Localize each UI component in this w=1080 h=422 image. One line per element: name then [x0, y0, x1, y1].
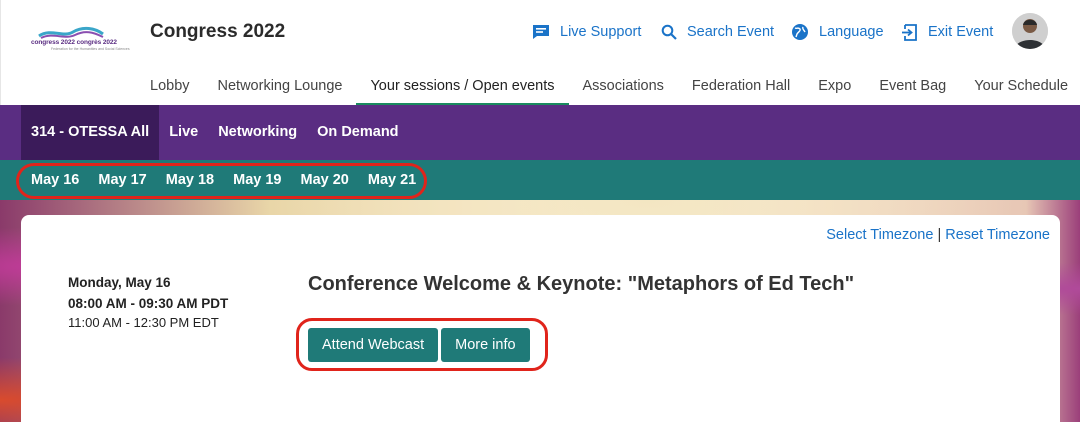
select-timezone-link[interactable]: Select Timezone: [826, 227, 933, 243]
date-bar: May 16 May 17 May 18 May 19 May 20 May 2…: [0, 160, 1080, 200]
tab-live[interactable]: Live: [159, 105, 208, 160]
exit-icon: [902, 23, 917, 41]
date-tabs: May 16 May 17 May 18 May 19 May 20 May 2…: [16, 160, 435, 200]
date-tab-may-21[interactable]: May 21: [368, 172, 416, 188]
exit-event-link[interactable]: Exit Event: [901, 22, 993, 42]
nav-expo[interactable]: Expo: [804, 67, 865, 105]
nav-event-bag[interactable]: Event Bag: [865, 67, 960, 105]
date-tab-may-20[interactable]: May 20: [301, 172, 349, 188]
top-header: congress 2022 congrès 2022 Federation fo…: [0, 0, 1080, 105]
nav-networking-lounge[interactable]: Networking Lounge: [204, 67, 357, 105]
nav-lobby[interactable]: Lobby: [136, 67, 204, 105]
search-event-label: Search Event: [687, 24, 775, 40]
session-card: Select Timezone | Reset Timezone Monday, M…: [21, 215, 1060, 422]
session-time: Monday, May 16 08:00 AM - 09:30 AM PDT 1…: [68, 275, 228, 330]
session-filter-bar: 314 - OTESSA All Live Networking On Dema…: [0, 105, 1080, 160]
nav-your-sessions[interactable]: Your sessions / Open events: [356, 67, 569, 105]
timezone-controls: Select Timezone | Reset Timezone: [826, 227, 1050, 243]
session-time-edt: 11:00 AM - 12:30 PM EDT: [68, 315, 219, 330]
globe-icon: [792, 24, 808, 40]
reset-timezone-link[interactable]: Reset Timezone: [945, 227, 1050, 243]
session-actions: Attend Webcast More info: [308, 328, 533, 362]
chat-icon: [533, 25, 549, 39]
session-day: Monday, May 16: [68, 275, 171, 290]
user-avatar-icon: [1012, 13, 1048, 49]
session-time-pdt: 08:00 AM - 09:30 AM PDT: [68, 296, 229, 311]
nav-associations[interactable]: Associations: [569, 67, 678, 105]
date-tab-may-18[interactable]: May 18: [166, 172, 214, 188]
logo-ribbon-icon: [38, 26, 104, 39]
nav-federation-hall[interactable]: Federation Hall: [678, 67, 804, 105]
tab-otessa-all[interactable]: 314 - OTESSA All: [21, 105, 160, 160]
avatar[interactable]: [1012, 13, 1048, 49]
nav-your-schedule[interactable]: Your Schedule: [960, 67, 1080, 105]
timezone-separator: |: [937, 227, 942, 243]
logo-text: congress 2022 congrès 2022: [31, 39, 117, 46]
tab-on-demand[interactable]: On Demand: [307, 105, 408, 160]
search-event-link[interactable]: Search Event: [661, 22, 774, 42]
date-tab-may-16[interactable]: May 16: [31, 172, 79, 188]
more-info-button[interactable]: More info: [441, 328, 530, 362]
congress-logo[interactable]: congress 2022 congrès 2022 Federation fo…: [31, 26, 130, 52]
tab-networking[interactable]: Networking: [208, 105, 307, 160]
date-tab-may-19[interactable]: May 19: [233, 172, 281, 188]
search-icon: [661, 24, 677, 40]
logo-subtext: Federation for the Humanities and Social…: [51, 47, 130, 51]
date-tab-may-17[interactable]: May 17: [98, 172, 146, 188]
language-link[interactable]: Language: [791, 22, 884, 42]
session-title: Conference Welcome & Keynote: "Metaphors…: [308, 273, 855, 295]
live-support-label: Live Support: [560, 24, 642, 40]
main-nav: Lobby Networking Lounge Your sessions / …: [136, 67, 1080, 105]
language-label: Language: [819, 24, 884, 40]
attend-webcast-button[interactable]: Attend Webcast: [308, 328, 439, 362]
app-title: Congress 2022: [150, 21, 286, 42]
live-support-link[interactable]: Live Support: [532, 22, 641, 42]
exit-event-label: Exit Event: [928, 24, 994, 40]
